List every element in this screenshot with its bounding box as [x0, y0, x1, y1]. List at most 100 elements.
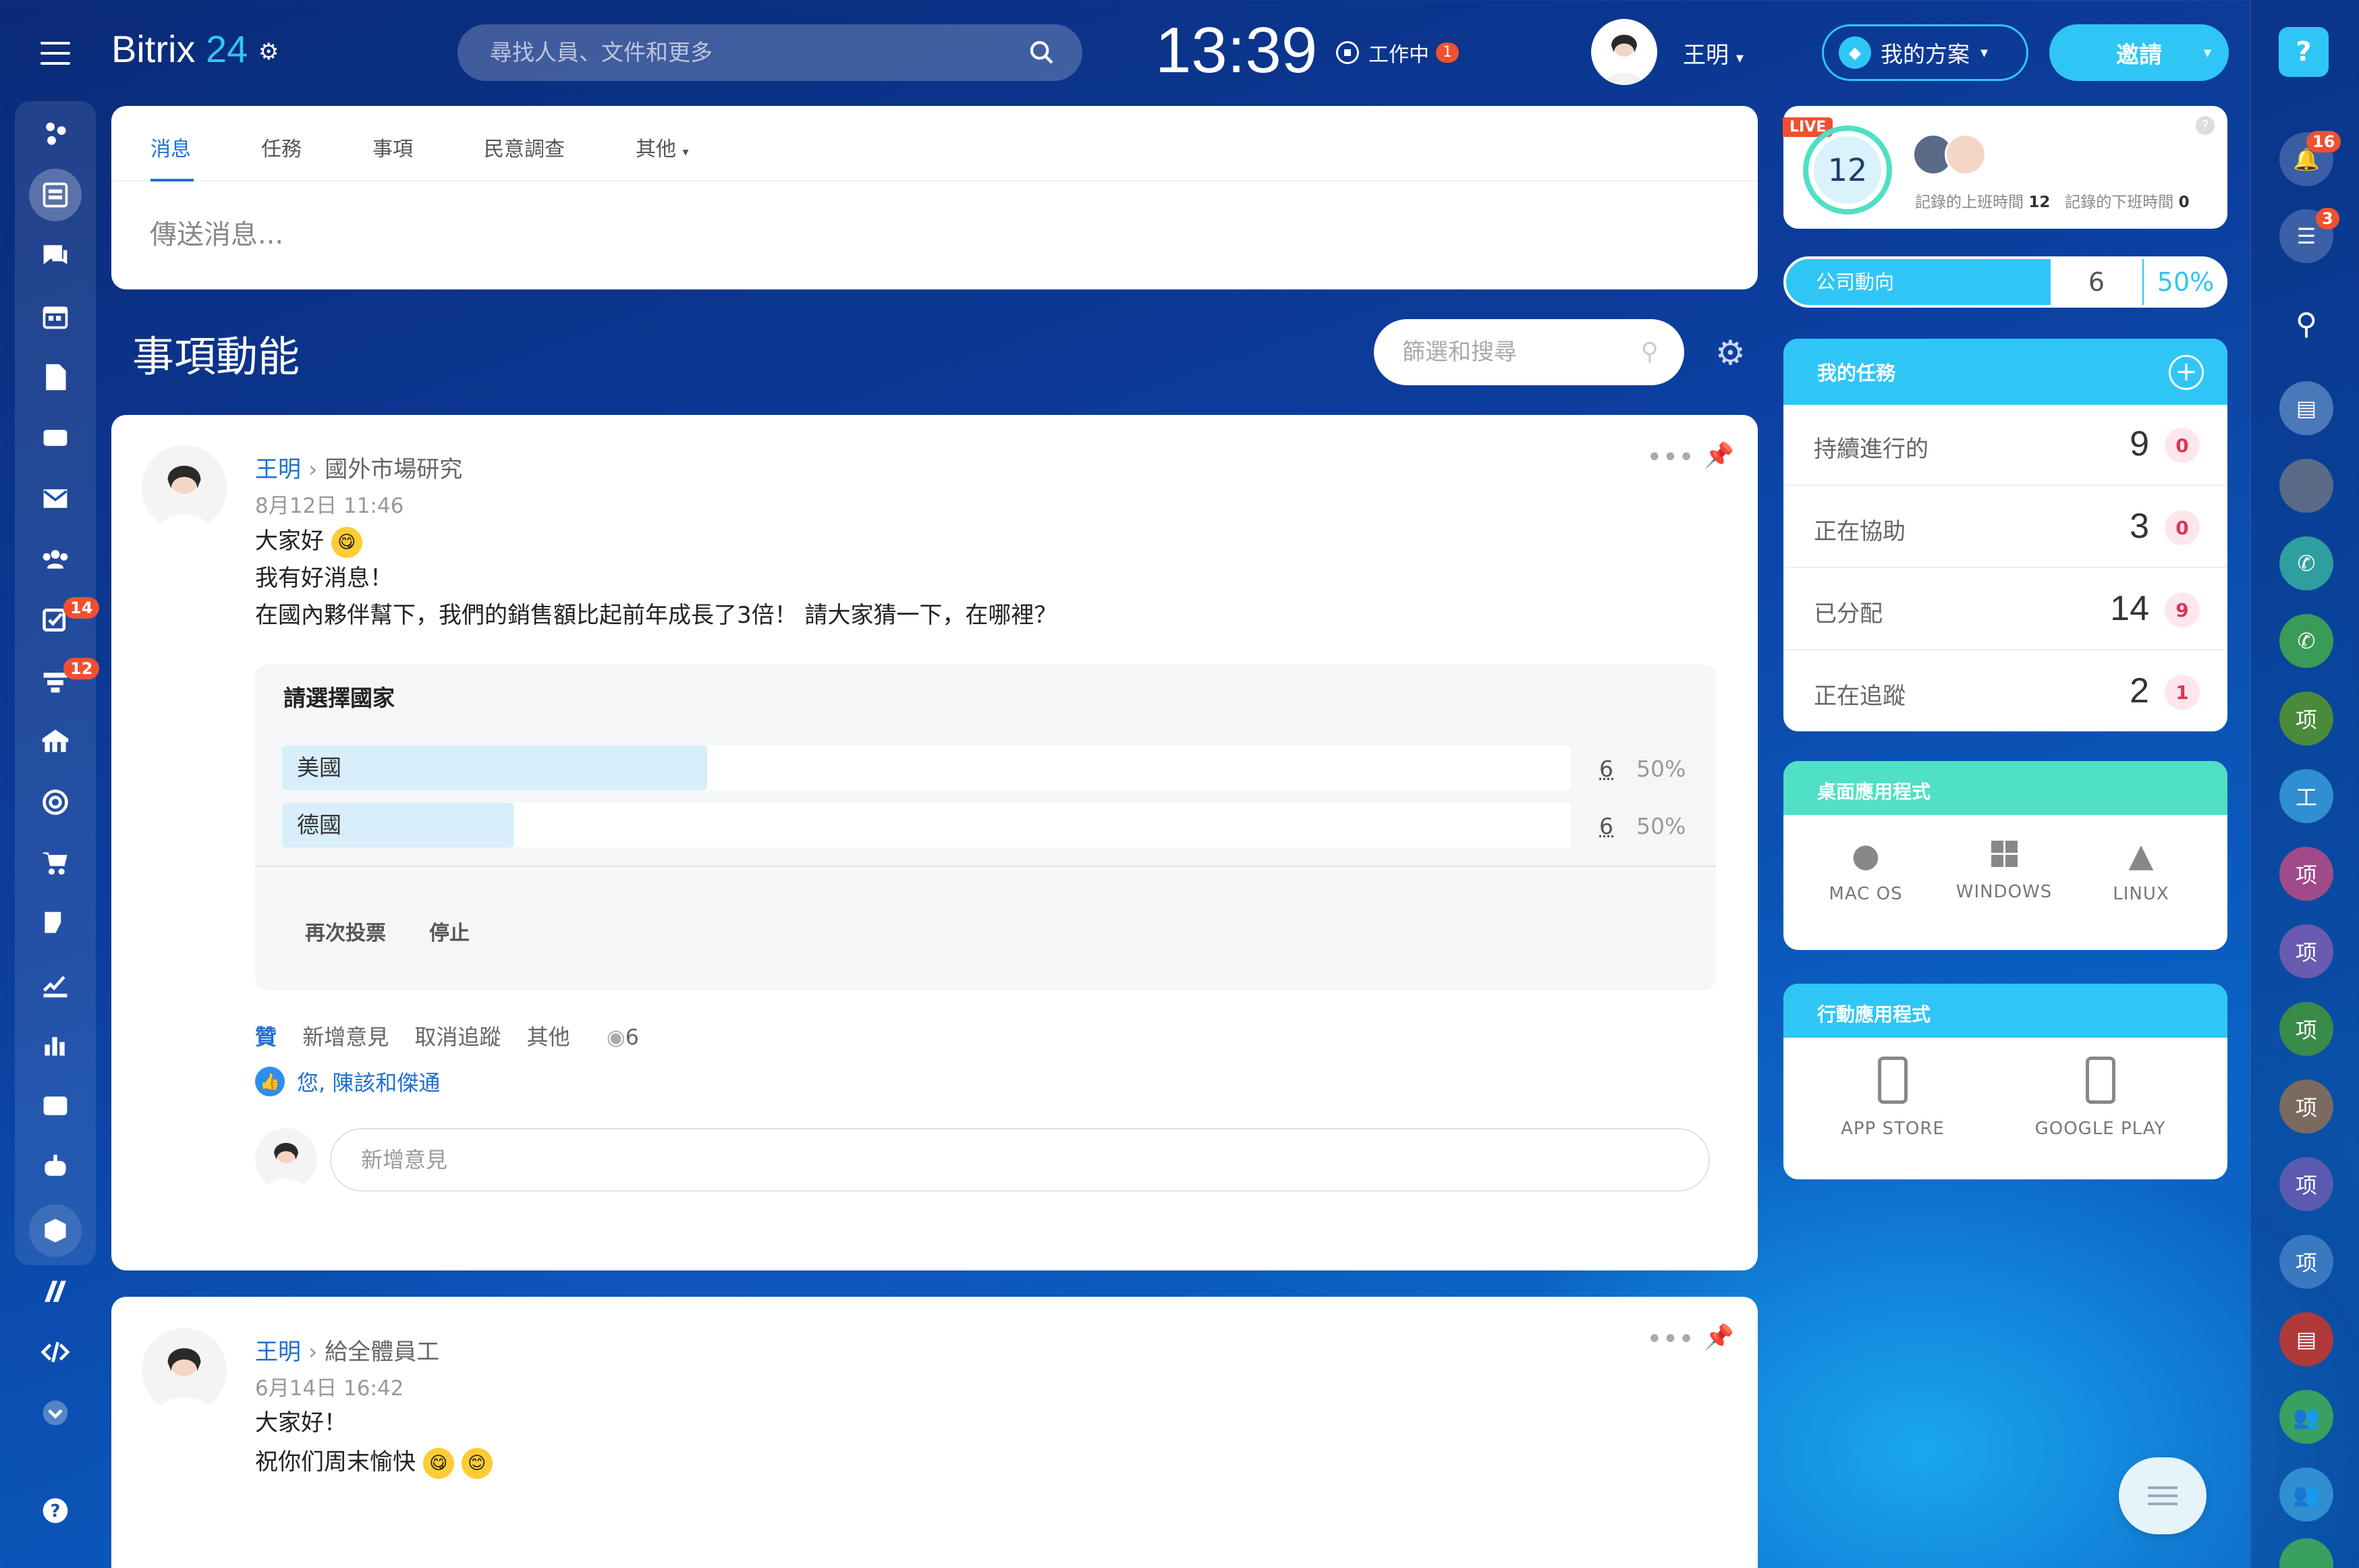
- contact-card-icon[interactable]: ▤: [2279, 1312, 2333, 1366]
- poll-votes[interactable]: 6: [1599, 756, 1613, 782]
- tab-event[interactable]: 事項: [372, 132, 413, 162]
- work-status[interactable]: 工作中 1: [1336, 38, 1459, 67]
- chat-item[interactable]: 项: [2279, 1002, 2333, 1056]
- signature-icon[interactable]: [29, 958, 82, 1011]
- post-author[interactable]: 王明: [255, 456, 301, 483]
- attendee-avatars[interactable]: [1912, 134, 1987, 175]
- feed-filter-input[interactable]: 篩選和搜尋 ⚲: [1374, 319, 1684, 385]
- user-menu[interactable]: 王明 ▾: [1683, 36, 1744, 69]
- pin-icon[interactable]: 📌: [1704, 441, 1734, 470]
- search-icon[interactable]: [1028, 39, 1055, 66]
- tab-message[interactable]: 消息: [150, 132, 191, 162]
- phone-icon[interactable]: ✆: [2279, 614, 2333, 668]
- post-author[interactable]: 王明: [255, 1339, 301, 1366]
- app-logo[interactable]: Bitrix 24 ⚙: [111, 27, 279, 71]
- chat-icon[interactable]: [29, 229, 82, 282]
- comment-button[interactable]: 新增意見: [302, 1024, 389, 1050]
- linux-download[interactable]: ▲ LINUX: [2097, 837, 2185, 904]
- drive-icon[interactable]: [29, 412, 82, 464]
- target-icon[interactable]: [29, 776, 82, 829]
- clock[interactable]: 13:39: [1155, 13, 1317, 88]
- tab-poll[interactable]: 民意調查: [484, 132, 565, 162]
- calendar-icon[interactable]: [29, 290, 82, 343]
- likes-row[interactable]: 👍 您, 陳該和傑通: [255, 1066, 440, 1097]
- windows-download[interactable]: WINDOWS: [1947, 837, 2061, 902]
- contact-avatar[interactable]: [2279, 459, 2333, 513]
- avatar[interactable]: [1591, 19, 1657, 85]
- stop-poll-button[interactable]: 停止: [429, 916, 470, 946]
- more-icon[interactable]: •••: [1646, 442, 1694, 473]
- google-play-download[interactable]: GOOGLE PLAY: [2024, 1057, 2176, 1139]
- poll-option[interactable]: 美國: [282, 746, 1571, 790]
- tab-task[interactable]: 任務: [261, 132, 302, 162]
- analytics-icon[interactable]: [29, 1019, 82, 1071]
- post-target[interactable]: 給全體員工: [325, 1339, 439, 1366]
- contact-card-icon[interactable]: ▤: [2279, 381, 2333, 435]
- author-avatar[interactable]: [142, 1328, 227, 1413]
- author-avatar[interactable]: [142, 445, 227, 530]
- app-store-download[interactable]: APP STORE: [1822, 1057, 1964, 1139]
- tab-more[interactable]: 其他 ▾: [636, 132, 689, 162]
- eye-icon: ◉: [606, 1024, 626, 1050]
- feed-icon[interactable]: [29, 169, 82, 221]
- revote-button[interactable]: 再次投票: [305, 916, 386, 946]
- search-icon[interactable]: ⚲: [2279, 297, 2333, 351]
- search-input[interactable]: 尋找人員、文件和更多: [457, 24, 1082, 81]
- pin-icon[interactable]: 📌: [1704, 1323, 1734, 1351]
- help-icon[interactable]: ?: [2279, 27, 2329, 77]
- chat-item[interactable]: 项: [2279, 1235, 2333, 1289]
- settings-sliders-icon[interactable]: ⚙: [258, 39, 279, 65]
- task-row[interactable]: 正在協助 3 0: [1783, 487, 2227, 568]
- menu-icon[interactable]: [40, 42, 70, 65]
- unfollow-button[interactable]: 取消追蹤: [414, 1024, 501, 1050]
- floating-menu-button[interactable]: [2119, 1457, 2207, 1534]
- task-row[interactable]: 持續進行的 9 0: [1783, 405, 2227, 486]
- chat-item[interactable]: 项: [2279, 1157, 2333, 1211]
- chat-item[interactable]: 项: [2279, 692, 2333, 746]
- smile-emoji-icon: 😋: [422, 1447, 454, 1479]
- poll-votes[interactable]: 6: [1599, 813, 1613, 839]
- post-date[interactable]: 8月12日 11:46: [255, 488, 404, 519]
- invite-button[interactable]: 邀請 ▾: [2049, 24, 2229, 81]
- company-icon[interactable]: [29, 715, 82, 768]
- mail-icon[interactable]: [29, 472, 82, 525]
- automation-icon[interactable]: [29, 1265, 82, 1318]
- sign-icon[interactable]: [29, 897, 82, 950]
- gear-icon[interactable]: ⚙: [1715, 333, 1746, 372]
- add-task-icon[interactable]: +: [2169, 355, 2204, 390]
- collab-icon[interactable]: [29, 108, 82, 161]
- post-header: 王明 › 國外市場研究: [255, 451, 462, 484]
- company-pulse-label: 公司動向: [1816, 271, 1895, 293]
- cart-icon[interactable]: [29, 837, 82, 889]
- thumbs-up-icon: 👍: [255, 1067, 285, 1096]
- chat-item[interactable]: 项: [2279, 924, 2333, 978]
- groups-icon[interactable]: [29, 533, 82, 586]
- macos-download[interactable]: ● MAC OS: [1822, 837, 1910, 904]
- company-pulse[interactable]: 公司動向 6 50%: [1783, 256, 2227, 308]
- group-icon[interactable]: 👥: [2279, 1390, 2333, 1444]
- help-icon[interactable]: ?: [2196, 116, 2215, 135]
- phone-icon[interactable]: ✆: [2279, 536, 2333, 590]
- contacts-icon[interactable]: [29, 1080, 82, 1132]
- market-icon[interactable]: [29, 1204, 82, 1257]
- poll-option[interactable]: 德國: [282, 803, 1571, 847]
- chat-item[interactable]: 项: [2279, 847, 2333, 901]
- chat-item[interactable]: 项: [2279, 1080, 2333, 1133]
- dev-icon[interactable]: [29, 1326, 82, 1378]
- post-target[interactable]: 國外市場研究: [325, 456, 462, 483]
- docs-icon[interactable]: [29, 351, 82, 403]
- robot-icon[interactable]: [29, 1140, 82, 1193]
- task-row[interactable]: 正在追蹤 2 1: [1783, 652, 2227, 731]
- more-button[interactable]: 其他: [527, 1024, 570, 1050]
- comment-input[interactable]: 新增意見: [330, 1128, 1710, 1192]
- post-date[interactable]: 6月14日 16:42: [255, 1371, 404, 1401]
- help-icon[interactable]: ?: [29, 1484, 82, 1537]
- like-button[interactable]: 贊: [255, 1024, 277, 1050]
- my-plan-button[interactable]: ◆ 我的方案 ▾: [1822, 24, 2028, 81]
- task-row[interactable]: 已分配 14 9: [1783, 569, 2227, 650]
- message-input[interactable]: 傳送消息...: [150, 213, 283, 252]
- more-icon[interactable]: •••: [1646, 1324, 1694, 1355]
- chevron-down-icon[interactable]: [29, 1387, 82, 1439]
- group-icon[interactable]: 👥: [2279, 1467, 2333, 1521]
- chat-item[interactable]: 工: [2279, 769, 2333, 823]
